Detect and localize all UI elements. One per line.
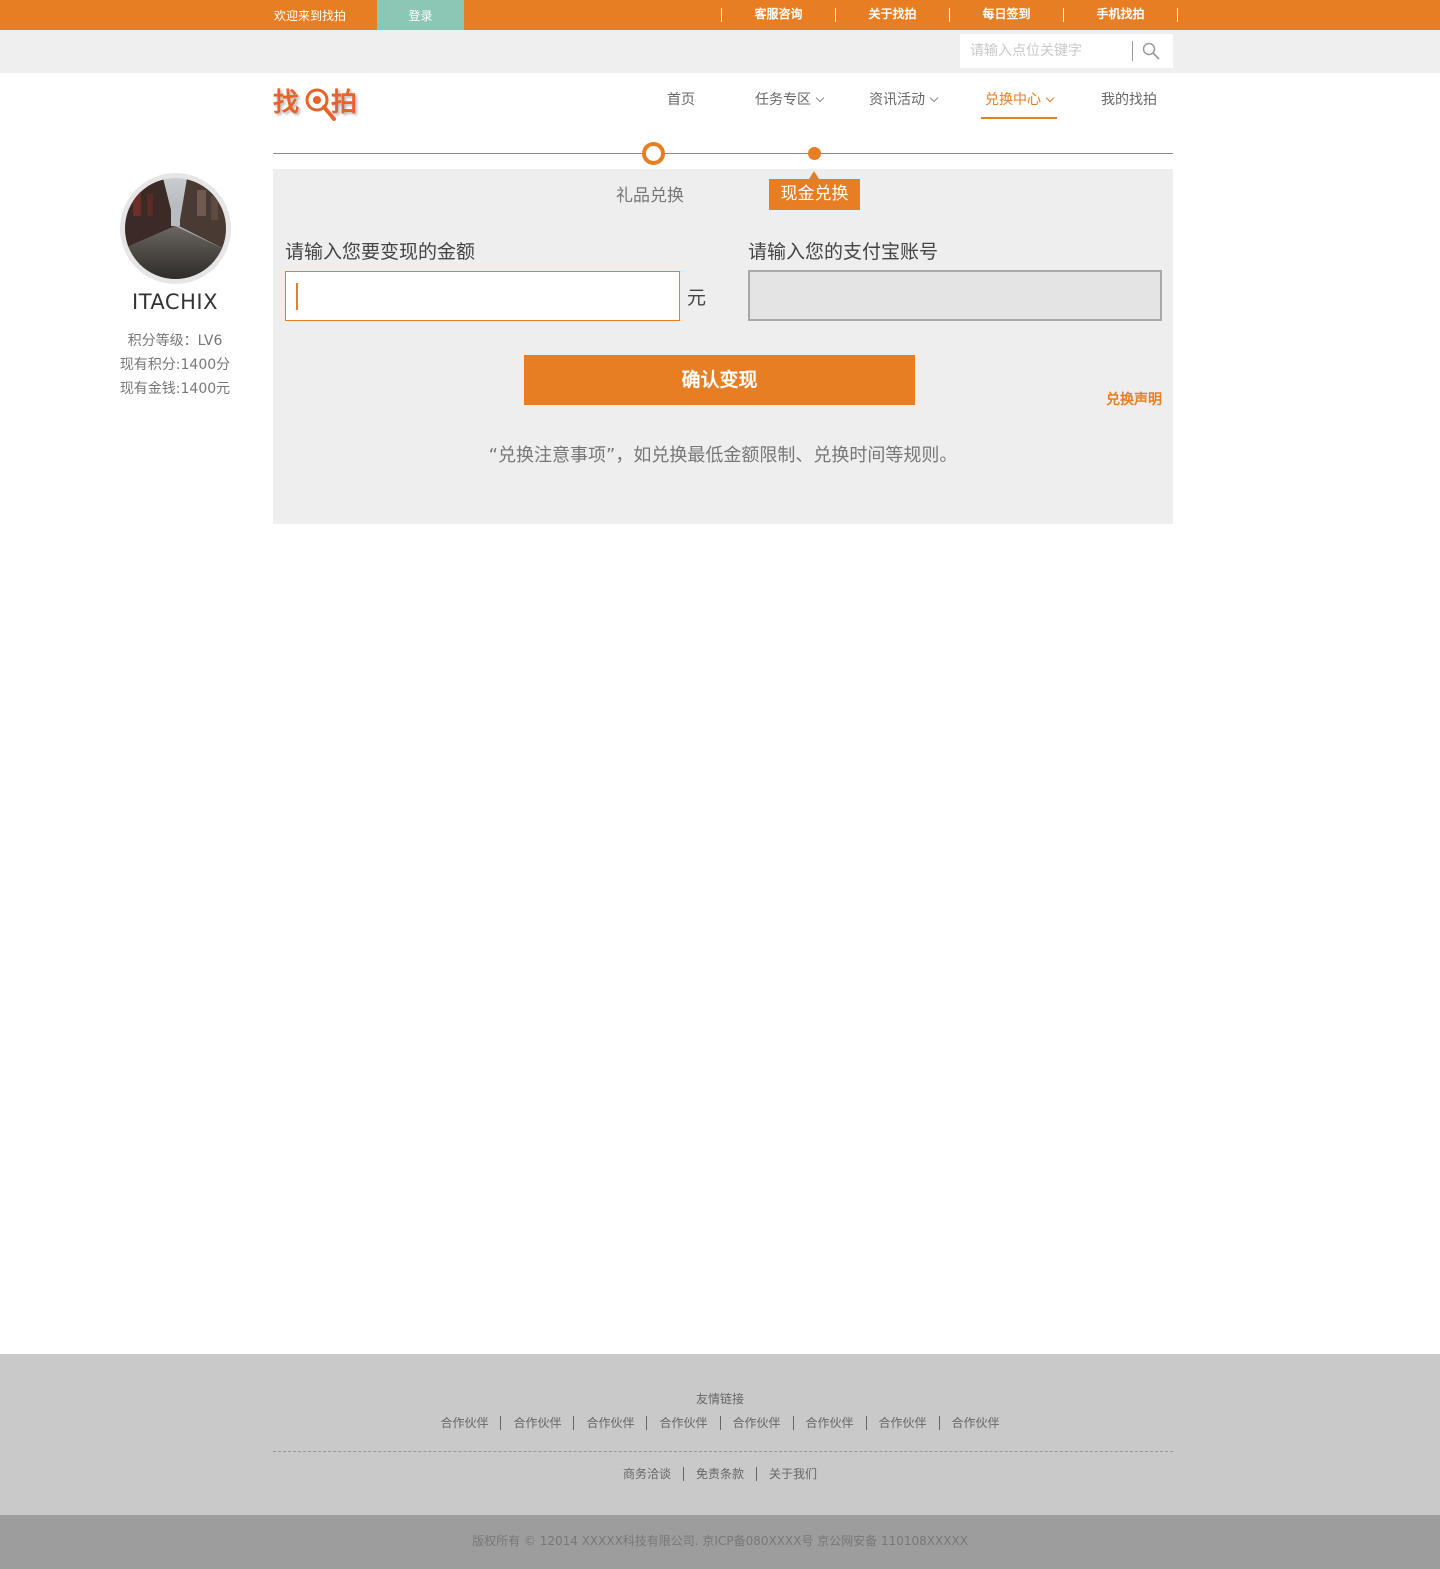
nav-item-exchange[interactable]: 兑换中心 [981, 89, 1057, 119]
confirm-cash-button[interactable]: 确认变现 [524, 355, 915, 405]
nav-item-home[interactable]: 首页 [667, 89, 695, 119]
nav-item-news[interactable]: 资讯活动 [869, 89, 939, 119]
step-dot-cash [808, 147, 821, 160]
footer-divider [273, 1451, 1173, 1452]
copyright-text: 版权所有 © 12014 XXXXX科技有限公司. 京ICP备080XXXX号 … [0, 1515, 1440, 1569]
search-divider [1132, 41, 1133, 61]
text-caret [296, 283, 298, 310]
nav-label: 首页 [667, 92, 695, 108]
nav-label: 任务专区 [755, 92, 811, 108]
tab-label: 现金兑换 [780, 184, 849, 204]
exchange-declaration-link[interactable]: 兑换声明 [1106, 389, 1162, 409]
tab-gift-exchange[interactable]: 礼品兑换 [616, 181, 684, 206]
divider [1177, 8, 1178, 22]
chevron-down-icon [929, 93, 939, 103]
partner-link[interactable]: 合作伙伴 [792, 1416, 866, 1430]
main-nav: 首页 任务专区 资讯活动 兑换中心 我的找拍 [0, 89, 1440, 119]
footer-bottom-links: 商务洽谈 免责条款 关于我们 [0, 1467, 1440, 1481]
welcome-text: 欢迎来到找拍 [274, 9, 347, 23]
nav-label: 资讯活动 [869, 92, 925, 108]
top-link-mobile[interactable]: 手机找拍 [1064, 0, 1177, 30]
username: ITACHIX [132, 290, 218, 314]
amount-input[interactable] [285, 271, 680, 321]
top-link-daily-checkin[interactable]: 每日签到 [950, 0, 1063, 30]
nav-item-tasks[interactable]: 任务专区 [755, 89, 825, 119]
nav-label: 兑换中心 [985, 92, 1041, 108]
search-icon[interactable] [1140, 40, 1164, 64]
partner-link[interactable]: 合作伙伴 [865, 1416, 939, 1430]
alipay-label: 请输入您的支付宝账号 [748, 241, 939, 263]
search-input[interactable] [960, 34, 1130, 68]
step-dot-gift [642, 142, 665, 165]
avatar[interactable] [120, 173, 231, 284]
partner-link[interactable]: 合作伙伴 [646, 1416, 719, 1430]
partner-link[interactable]: 合作伙伴 [938, 1416, 1012, 1430]
user-points: 现有积分:1400分 [119, 357, 231, 373]
nav-label: 我的找拍 [1101, 92, 1157, 108]
friend-links-title: 友情链接 [695, 1392, 744, 1406]
search-box [960, 34, 1173, 68]
top-link-about[interactable]: 关于找拍 [836, 0, 949, 30]
partner-link[interactable]: 合作伙伴 [573, 1416, 646, 1430]
footer: 友情链接 合作伙伴 合作伙伴 合作伙伴 合作伙伴 合作伙伴 合作伙伴 合作伙伴 … [0, 1354, 1440, 1515]
chevron-down-icon [815, 93, 825, 103]
exchange-panel: 礼品兑换 现金兑换 请输入您要变现的金额 元 请输入您的支付宝账号 确认变现 兑… [273, 169, 1173, 524]
exchange-notice: “兑换注意事项”，如兑换最低金额限制、兑换时间等规则。 [488, 445, 958, 466]
amount-label: 请输入您要变现的金额 [285, 241, 476, 263]
nav-item-mine[interactable]: 我的找拍 [1101, 89, 1157, 119]
top-links: 客服咨询 关于找拍 每日签到 手机找拍 [721, 0, 1178, 30]
footer-link-about-us[interactable]: 关于我们 [756, 1467, 829, 1481]
top-link-customer-service[interactable]: 客服咨询 [722, 0, 835, 30]
user-level: 积分等级：LV6 [127, 333, 223, 349]
amount-unit: 元 [687, 287, 707, 309]
avatar-image [125, 178, 226, 279]
search-strip [0, 30, 1440, 73]
tab-cash-exchange[interactable]: 现金兑换 [769, 171, 860, 210]
alipay-account-input[interactable] [748, 270, 1162, 321]
footer-link-disclaimer[interactable]: 免责条款 [682, 1467, 756, 1481]
partner-link[interactable]: 合作伙伴 [719, 1416, 793, 1430]
chevron-down-icon [1045, 93, 1055, 103]
user-money: 现有金钱:1400元 [119, 381, 231, 397]
partner-link[interactable]: 合作伙伴 [428, 1416, 500, 1430]
top-bar: 欢迎来到找拍 登录 客服咨询 关于找拍 每日签到 手机找拍 [0, 0, 1440, 35]
partner-link[interactable]: 合作伙伴 [500, 1416, 573, 1430]
step-line [273, 153, 1173, 154]
footer-link-business[interactable]: 商务洽谈 [611, 1467, 683, 1481]
partner-links: 合作伙伴 合作伙伴 合作伙伴 合作伙伴 合作伙伴 合作伙伴 合作伙伴 合作伙伴 [0, 1416, 1440, 1430]
